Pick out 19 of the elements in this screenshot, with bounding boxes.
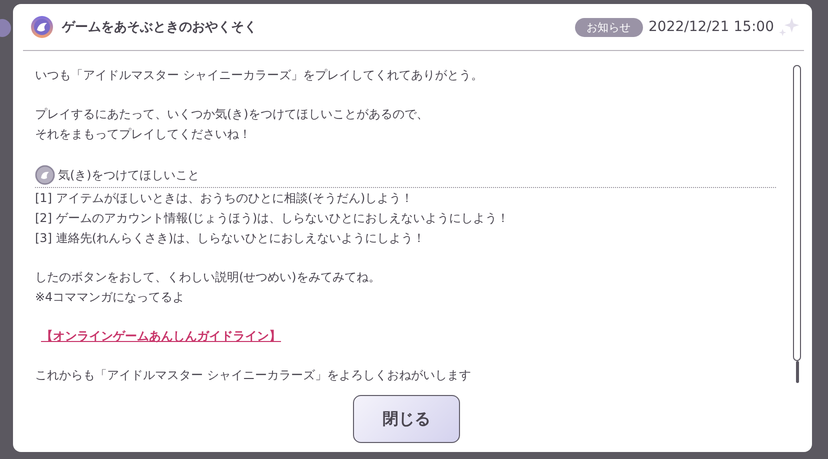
sparkle-icon — [778, 16, 800, 38]
scrollbar[interactable] — [792, 65, 802, 385]
close-button[interactable]: 閉じる — [353, 395, 460, 443]
body-text: それをまもってプレイしてくださいね！ — [35, 126, 252, 143]
body-text: いつも「アイドルマスター シャイニーカラーズ」をプレイしてくれてありがとう。 — [35, 67, 484, 84]
section-heading: 気(き)をつけてほしいこと — [58, 167, 200, 184]
emblem-icon — [35, 165, 55, 185]
dialog-title: ゲームをあそぶときのおやくそく — [62, 19, 258, 36]
date-text: 2022/12/21 15:00 — [648, 19, 774, 35]
body-text: したのボタンをおして、くわしい説明(せつめい)をみてみてね。 — [35, 269, 382, 286]
guideline-link[interactable]: 【オンラインゲームあんしんガイドライン】 — [35, 329, 287, 343]
body-text: ※4コママンガになってるよ — [35, 289, 186, 306]
body-text: [3] 連絡先(れんらくさき)は、しらないひとにおしえないようにしよう！ — [35, 230, 426, 247]
emblem-icon — [30, 15, 54, 39]
notice-tag: お知らせ — [574, 18, 642, 36]
body-text: [2] ゲームのアカウント情報(じょうほう)は、しらないひとにおしえないようにしよう！ — [35, 210, 510, 227]
body-text: [1] アイテムがほしいときは、おうちのひとに相談(そうだん)しよう！ — [35, 190, 414, 207]
body-text: プレイするにあたって、いくつか気(き)をつけてほしいことがあるので、 — [35, 106, 430, 123]
body-text: これからも「アイドルマスター シャイニーカラーズ」をよろしくおねがいします — [35, 367, 472, 383]
